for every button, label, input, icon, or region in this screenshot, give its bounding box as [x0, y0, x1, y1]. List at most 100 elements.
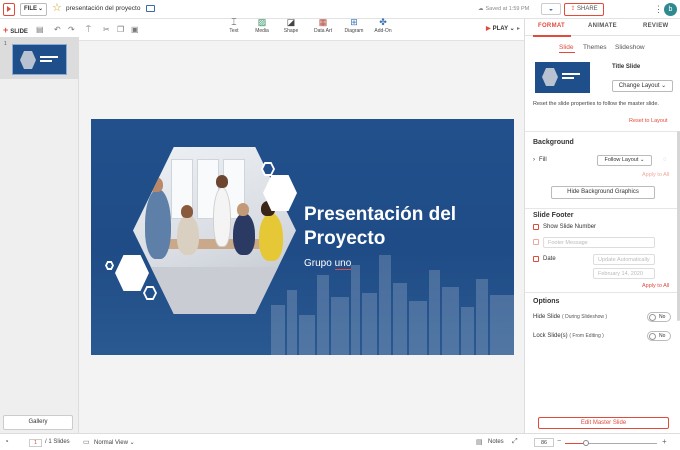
zoom-out-icon[interactable]: − — [557, 438, 561, 445]
plus-icon: + — [3, 25, 9, 35]
footer-apply-to-all-link[interactable]: Apply to All — [642, 283, 669, 289]
notes-icon: ▤ — [476, 439, 483, 446]
fill-select[interactable]: Follow Layout ⌄ — [597, 155, 652, 166]
redo-icon[interactable]: ↷ — [68, 25, 75, 35]
insert-add-on-button[interactable]: ✤ Add-On — [368, 17, 398, 34]
footer-message-input[interactable]: Footer Message — [543, 237, 655, 248]
change-layout-label: Change Layout — [618, 83, 660, 89]
reset-to-layout-link[interactable]: Reset to Layout — [629, 118, 668, 124]
date-checkbox[interactable] — [533, 256, 539, 262]
hide-background-graphics-button[interactable]: Hide Background Graphics — [551, 186, 655, 199]
add-on-icon: ✤ — [379, 17, 387, 27]
insert-text-label: Text — [229, 28, 239, 34]
gallery-button[interactable]: Gallery — [3, 415, 73, 430]
app-logo-icon — [3, 3, 15, 16]
copy-icon[interactable]: ❐ — [117, 25, 124, 35]
toggle-state-label: No — [659, 333, 666, 339]
document-title[interactable]: presentación del proyecto — [66, 5, 140, 12]
format-painter-icon[interactable]: ⍑ — [86, 25, 91, 35]
share-button[interactable]: ⇪ SHARE — [564, 3, 604, 16]
date-mode-select[interactable]: Update Automatically — [593, 254, 655, 265]
show-slide-number-label: Show Slide Number — [543, 224, 597, 230]
lock-slide-note: ( From Editing ) — [569, 333, 604, 339]
insert-add-on-label: Add-On — [374, 28, 392, 34]
panel-tabs: FORMAT ANIMATE REVIEW — [525, 19, 680, 37]
total-pages: / 1 Slides — [45, 439, 70, 445]
file-menu-button[interactable]: FILE ⌄ — [20, 3, 47, 16]
paste-icon[interactable]: ▣ — [131, 25, 139, 35]
show-slide-number-checkbox[interactable] — [533, 224, 539, 230]
save-status: ☁ Saved at 1:59 PM — [478, 6, 529, 12]
collaborate-icon[interactable]: ◒ — [541, 3, 561, 15]
subtitle-underlined-word: uno — [334, 258, 352, 270]
slide-title[interactable]: Presentación del Proyecto — [304, 203, 504, 251]
insert-data-art-label: Data Art — [313, 28, 333, 34]
zoom-slider-knob[interactable] — [583, 440, 590, 446]
insert-media-button[interactable]: ▨ Media — [247, 17, 277, 34]
view-mode-select[interactable]: Normal View ⌄ — [94, 439, 135, 446]
slide-footer-section: Slide Footer Show Slide Number Footer Me… — [525, 208, 680, 292]
current-page-input[interactable]: 1 — [29, 439, 42, 447]
slide[interactable]: Presentación del Proyecto Grupo uno — [91, 119, 514, 355]
chat-icon[interactable]: ◔ — [4, 437, 9, 446]
cut-icon[interactable]: ✂ — [103, 25, 110, 35]
date-value-select[interactable]: February 14, 2020 — [593, 268, 655, 279]
fill-expand-chevron-icon[interactable]: › — [533, 157, 535, 163]
collapse-panel-icon[interactable]: ▸ — [517, 25, 520, 32]
fill-info-icon[interactable]: ◌ — [663, 157, 667, 163]
chevron-down-icon: ⌄ — [507, 26, 515, 32]
subtab-themes[interactable]: Themes — [583, 44, 606, 51]
insert-text-button[interactable]: ⌶ Text — [219, 17, 249, 34]
tab-animate[interactable]: ANIMATE — [588, 23, 617, 29]
tab-format[interactable]: FORMAT — [538, 23, 565, 29]
add-slide-button[interactable]: + SLIDE — [3, 25, 28, 35]
photo-person-head — [181, 205, 193, 218]
zoom-in-icon[interactable]: + — [662, 437, 667, 446]
diagram-icon: ⊞ — [350, 17, 358, 27]
chevron-down-icon: ⌄ — [659, 83, 667, 89]
play-label: PLAY — [492, 26, 508, 32]
undo-icon[interactable]: ↶ — [54, 25, 61, 35]
file-menu-label: FILE — [24, 6, 37, 12]
chevron-down-icon: ⌄ — [37, 6, 43, 12]
photo-person-head — [149, 177, 163, 192]
notes-button[interactable]: Notes — [488, 439, 504, 445]
cloud-icon: ☁ — [478, 6, 484, 12]
toggle-knob — [649, 333, 656, 340]
edit-master-slide-button[interactable]: Edit Master Slide — [538, 417, 669, 429]
tab-review[interactable]: REVIEW — [643, 23, 668, 29]
insert-data-art-button[interactable]: ▦ Data Art — [308, 17, 338, 34]
active-tab-indicator — [533, 35, 571, 37]
hide-slide-note: ( During Slideshow ) — [562, 314, 608, 320]
background-section-title: Background — [533, 139, 574, 146]
save-status-text: Saved at 1:59 PM — [485, 6, 530, 12]
slide-thumbnail[interactable] — [12, 44, 67, 75]
play-button[interactable]: ▶ PLAY ⌄ — [486, 25, 515, 32]
folder-icon[interactable] — [146, 5, 155, 12]
change-layout-button[interactable]: Change Layout ⌄ — [612, 80, 673, 92]
subtab-slideshow[interactable]: Slideshow — [615, 44, 645, 51]
data-art-icon: ▦ — [318, 17, 328, 27]
slide-thumbnail-item[interactable]: 1 — [0, 37, 79, 79]
slide-subtitle[interactable]: Grupo uno — [304, 258, 352, 270]
favorite-star-icon[interactable]: ☆ — [52, 2, 62, 14]
user-avatar[interactable]: b — [664, 3, 677, 16]
insert-diagram-button[interactable]: ⊞ Diagram — [339, 17, 369, 34]
lock-slide-toggle[interactable]: No — [647, 331, 671, 341]
zoom-slider[interactable] — [565, 440, 657, 446]
hide-slide-toggle[interactable]: No — [647, 312, 671, 322]
photo-person — [177, 215, 199, 255]
reset-description: Reset the slide properties to follow the… — [533, 101, 659, 107]
view-mode-icon: ▭ — [83, 439, 90, 446]
subtab-slide[interactable]: Slide — [559, 44, 573, 51]
insert-shape-label: Shape — [283, 28, 299, 34]
zoom-level-input[interactable]: 86 — [534, 438, 554, 447]
footer-message-checkbox[interactable] — [533, 239, 539, 245]
city-skyline-image — [271, 255, 514, 355]
background-apply-to-all-link[interactable]: Apply to All — [642, 172, 669, 178]
fit-to-screen-icon[interactable]: ⤢ — [512, 438, 518, 446]
insert-shape-button[interactable]: ◪ Shape — [276, 17, 306, 34]
thumbnail-title-line — [40, 56, 58, 58]
layout-icon[interactable]: ▤ — [36, 25, 44, 35]
thumbnail-photo — [20, 51, 36, 69]
